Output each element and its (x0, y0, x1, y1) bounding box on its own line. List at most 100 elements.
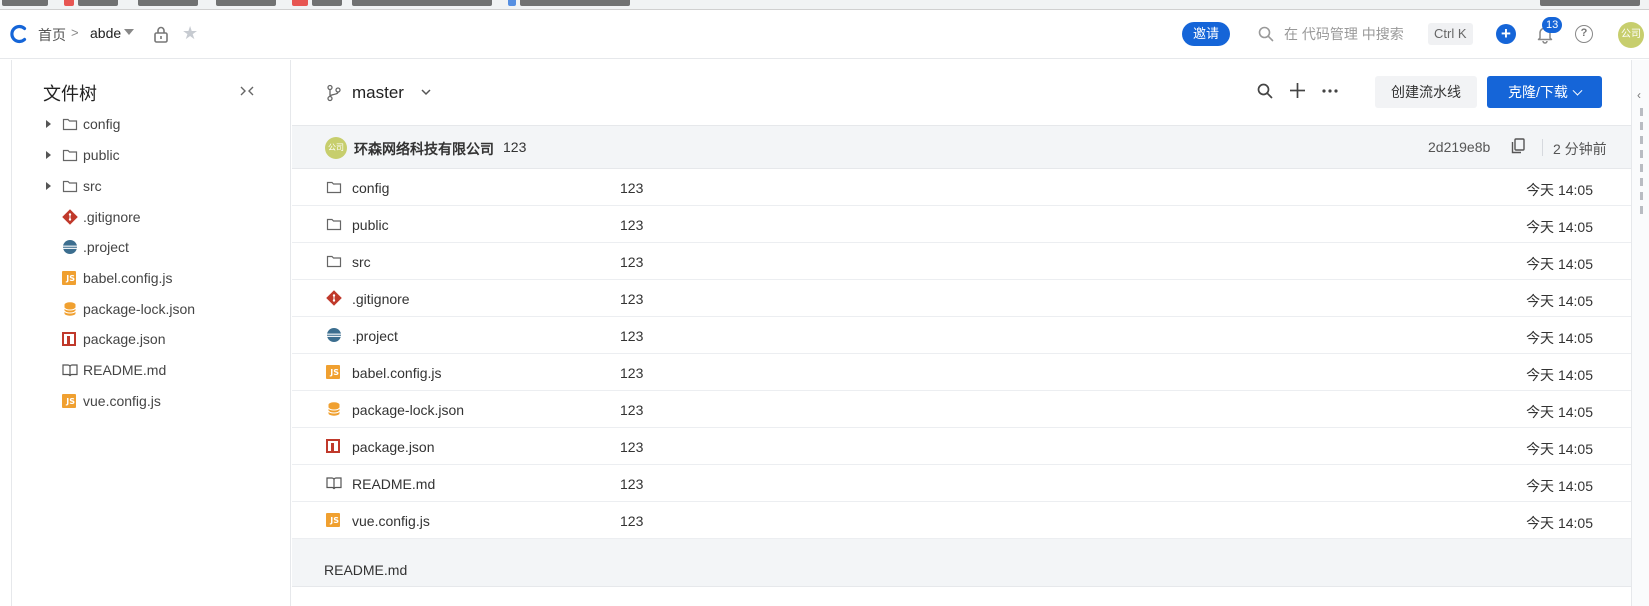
tree-item-babel-config[interactable]: JS babel.config.js (12, 263, 291, 293)
file-row[interactable]: public 123 今天 14:05 (292, 206, 1631, 243)
help-icon[interactable]: ? (1575, 25, 1593, 43)
file-tree-sidebar: 文件树 config public src .gitignore .projec… (12, 60, 291, 606)
search-icon (1258, 26, 1274, 42)
file-name[interactable]: config (352, 180, 389, 196)
file-row[interactable]: JS vue.config.js 123 今天 14:05 (292, 502, 1631, 539)
file-commit-message[interactable]: 123 (620, 476, 643, 492)
create-plus-icon[interactable]: + (1496, 24, 1516, 44)
file-row[interactable]: .project 123 今天 14:05 (292, 317, 1631, 354)
tree-item-src[interactable]: src (12, 171, 291, 201)
file-name[interactable]: src (352, 254, 371, 270)
tree-item-package-lock[interactable]: package-lock.json (12, 294, 291, 324)
file-time: 今天 14:05 (1526, 330, 1593, 346)
file-row[interactable]: README.md 123 今天 14:05 (292, 465, 1631, 502)
file-name[interactable]: .project (352, 328, 398, 344)
expand-arrow-icon[interactable] (46, 182, 51, 190)
file-row[interactable]: package.json 123 今天 14:05 (292, 428, 1631, 465)
tree-item-label: package.json (83, 331, 166, 347)
breadcrumb-separator: > (71, 25, 79, 40)
eclipse-file-icon (327, 328, 341, 342)
file-time: 今天 14:05 (1526, 256, 1593, 272)
clone-download-button[interactable]: 克隆/下载 (1487, 76, 1602, 108)
tree-item-label: babel.config.js (83, 270, 173, 286)
latest-commit-bar: 公司 环森网络科技有限公司 123 2d219e8b 2 分钟前 (292, 126, 1631, 169)
tree-item-package-json[interactable]: package.json (12, 324, 291, 354)
file-name[interactable]: package.json (352, 439, 435, 455)
invite-button[interactable]: 邀请 (1182, 22, 1230, 46)
file-commit-message[interactable]: 123 (620, 513, 643, 529)
add-file-icon[interactable] (1289, 82, 1306, 99)
file-time: 今天 14:05 (1526, 293, 1593, 309)
file-name[interactable]: public (352, 217, 389, 233)
js-file-icon: JS (326, 365, 342, 381)
repo-dropdown-caret-icon[interactable] (124, 29, 134, 35)
file-time: 今天 14:05 (1526, 441, 1593, 457)
tree-item-readme[interactable]: README.md (12, 355, 291, 385)
file-row[interactable]: .gitignore 123 今天 14:05 (292, 280, 1631, 317)
chevron-down-icon[interactable] (420, 86, 432, 98)
file-time: 今天 14:05 (1526, 182, 1593, 198)
right-panel-tab-strip (1640, 108, 1643, 218)
tree-item-label: config (83, 116, 121, 132)
js-file-icon: JS (326, 513, 342, 529)
file-row[interactable]: src 123 今天 14:05 (292, 243, 1631, 280)
file-list-panel: 公司 环森网络科技有限公司 123 2d219e8b 2 分钟前 config … (292, 125, 1631, 539)
tree-item-label: .gitignore (83, 209, 141, 225)
tree-item-config[interactable]: config (12, 109, 291, 139)
breadcrumb-repo[interactable]: abde (90, 25, 121, 41)
file-commit-message[interactable]: 123 (620, 328, 643, 344)
expand-arrow-icon[interactable] (46, 151, 51, 159)
right-panel-edge[interactable]: ‹ (1631, 60, 1649, 606)
breadcrumb-home[interactable]: 首页 (38, 25, 66, 45)
file-commit-message[interactable]: 123 (620, 254, 643, 270)
commit-author[interactable]: 环森网络科技有限公司 (354, 139, 494, 159)
tree-item-gitignore[interactable]: .gitignore (12, 202, 291, 232)
file-name[interactable]: vue.config.js (352, 513, 430, 529)
file-commit-message[interactable]: 123 (620, 180, 643, 196)
file-commit-message[interactable]: 123 (620, 217, 643, 233)
chevron-down-icon (1572, 85, 1583, 96)
search-shortcut-hint: Ctrl K (1428, 23, 1473, 45)
expand-right-panel-icon[interactable]: ‹ (1637, 88, 1641, 102)
js-file-icon: JS (62, 394, 78, 410)
file-name[interactable]: .gitignore (352, 291, 410, 307)
git-file-icon (326, 290, 342, 306)
tree-item-project[interactable]: .project (12, 232, 291, 262)
tree-item-label: package-lock.json (83, 301, 196, 317)
folder-icon (326, 255, 342, 268)
file-commit-message[interactable]: 123 (620, 402, 643, 418)
search-files-icon[interactable] (1257, 83, 1273, 99)
file-commit-message[interactable]: 123 (620, 365, 643, 381)
brand-c-logo-icon[interactable] (8, 23, 30, 45)
collapse-tree-icon[interactable] (240, 84, 254, 98)
file-row[interactable]: JS babel.config.js 123 今天 14:05 (292, 354, 1631, 391)
database-file-icon (64, 302, 76, 316)
file-commit-message[interactable]: 123 (620, 291, 643, 307)
commit-hash[interactable]: 2d219e8b (1428, 139, 1490, 155)
eclipse-file-icon (63, 240, 77, 254)
folder-icon (326, 218, 342, 231)
npm-file-icon (326, 439, 342, 455)
user-avatar[interactable]: 公司 (1618, 22, 1644, 48)
file-name[interactable]: package-lock.json (352, 402, 464, 418)
commit-message[interactable]: 123 (503, 139, 526, 155)
tree-item-label: .project (83, 239, 129, 255)
star-icon[interactable]: ★ (182, 24, 198, 42)
create-pipeline-button[interactable]: 创建流水线 (1375, 76, 1477, 108)
expand-arrow-icon[interactable] (46, 120, 51, 128)
copy-icon[interactable] (1511, 138, 1525, 154)
tree-item-vue-config[interactable]: JS vue.config.js (12, 386, 291, 416)
file-name[interactable]: babel.config.js (352, 365, 442, 381)
file-name[interactable]: README.md (352, 476, 435, 492)
folder-icon (62, 149, 78, 162)
file-commit-message[interactable]: 123 (620, 439, 643, 455)
tree-item-label: src (83, 178, 102, 194)
book-file-icon (62, 364, 78, 377)
file-time: 今天 14:05 (1526, 367, 1593, 383)
file-row[interactable]: package-lock.json 123 今天 14:05 (292, 391, 1631, 428)
branch-selector[interactable]: master (352, 83, 404, 103)
more-icon[interactable] (1321, 83, 1339, 99)
file-row[interactable]: config 123 今天 14:05 (292, 169, 1631, 206)
database-file-icon (328, 402, 340, 416)
tree-item-public[interactable]: public (12, 140, 291, 170)
